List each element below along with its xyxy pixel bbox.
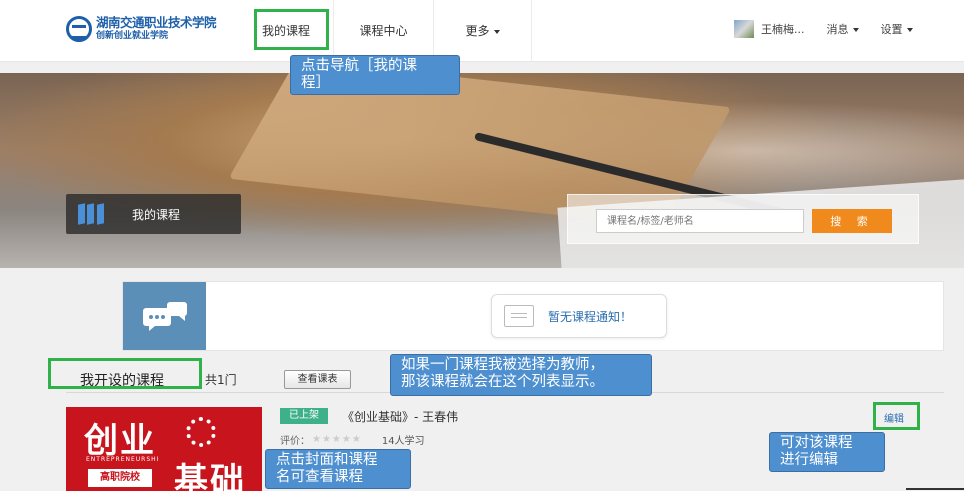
view-schedule-button[interactable]: 查看课表 [284,370,351,389]
empty-notice-message: 暂无课程通知！ [491,294,667,338]
my-courses-tag-label: 我的课程 [132,207,181,222]
chevron-down-icon [493,29,500,34]
cover-title-2: 基础 [174,461,246,491]
course-name-link[interactable]: 《创业基础》- 王春伟 [342,408,458,425]
top-header: 湖南交通职业技术学院 创新创业就业学院 我的课程 课程中心 更多 王楠梅... … [0,0,964,62]
nav-more-label: 更多 [465,24,490,38]
nav-more[interactable]: 更多 [434,0,532,62]
rating-stars: ★★★★★ [312,434,362,445]
course-cover[interactable]: 创业 ENTREPRENEURSHI 高职院校 基础 [66,407,262,491]
notice-icon-box [123,282,206,350]
edit-course-button[interactable]: 编辑 [884,410,904,425]
nav-my-courses[interactable]: 我的课程 [252,0,334,62]
settings-label: 设置 [880,23,903,36]
document-icon [504,305,534,327]
cover-english: ENTREPRENEURSHI [86,456,160,463]
book-icon [78,203,104,225]
main-nav: 我的课程 课程中心 更多 [252,0,532,62]
rating-row: 评价： ★★★★★ 14人学习 [280,432,425,447]
callout-cover-hint: 点击封面和课程 名可查看课程 [265,449,411,489]
school-emblem-icon [66,16,92,42]
course-notice-panel: 暂无课程通知！ [122,281,944,351]
callout-nav-hint: 点击导航［我的课 程］ [290,55,460,95]
learner-count: 14人学习 [381,436,425,447]
logo-subtitle: 创新创业就业学院 [96,30,169,41]
chevron-down-icon [852,28,859,32]
chat-bubbles-icon [142,302,187,331]
status-badge: 已上架 [280,408,328,424]
avatar[interactable] [734,20,754,38]
rating-label: 评价： [280,436,310,447]
messages-label: 消息 [826,23,849,36]
page-edge-line [906,488,964,490]
nav-course-center[interactable]: 课程中心 [334,0,434,62]
empty-notice-text: 暂无课程通知！ [548,309,633,324]
chevron-down-icon [906,28,913,32]
user-area: 王楠梅... 消息 设置 [734,20,913,38]
section-title: 我开设的课程 [80,373,164,389]
search-input[interactable] [596,209,804,233]
course-count: 共1门 [205,373,237,387]
cover-badge: 高职院校 [88,469,152,487]
callout-edit-hint: 可对该课程 进行编辑 [769,432,885,472]
settings-menu[interactable]: 设置 [881,21,913,37]
gear-icon [186,417,216,447]
my-courses-tag: 我的课程 [66,194,241,234]
search-button[interactable]: 搜 索 [812,209,892,233]
callout-list-hint: 如果一门课程我被选择为教师， 那该课程就会在这个列表显示。 [390,354,652,396]
cover-title-1: 创业 [84,421,156,461]
school-logo[interactable]: 湖南交通职业技术学院 创新创业就业学院 [66,15,217,42]
messages-menu[interactable]: 消息 [827,21,859,37]
logo-title: 湖南交通职业技术学院 [96,15,217,31]
user-name[interactable]: 王楠梅... [761,21,805,37]
search-box: 搜 索 [567,194,919,244]
